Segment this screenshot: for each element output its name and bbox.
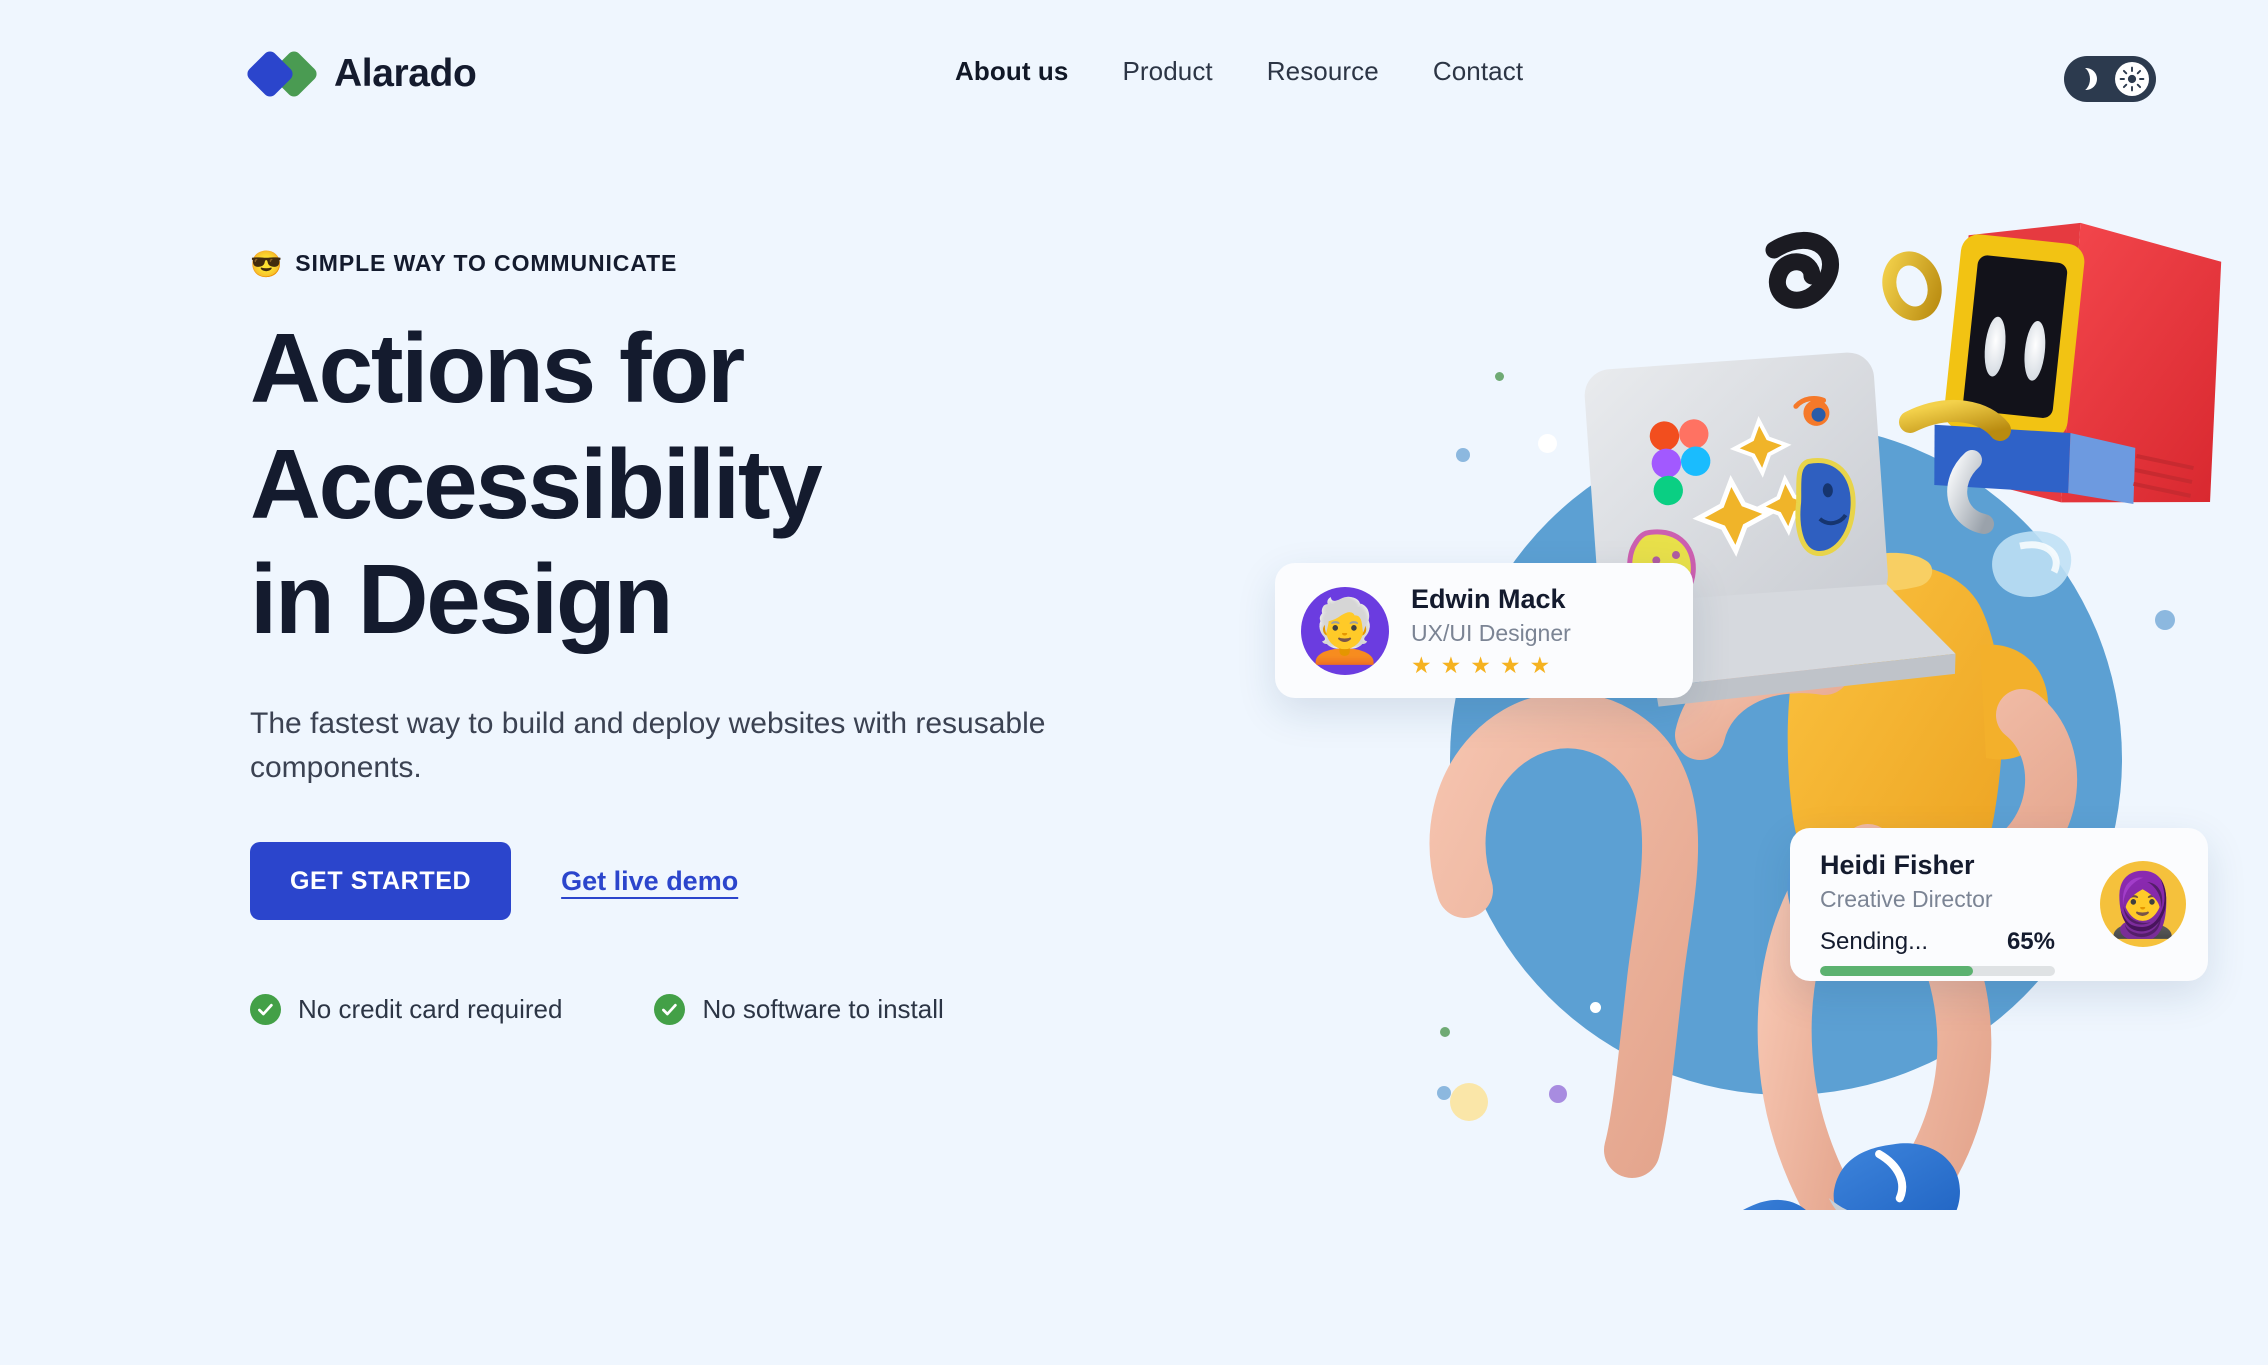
status-card-heidi[interactable]: Heidi Fisher Creative Director Sending..… xyxy=(1790,828,2208,981)
check-circle-icon xyxy=(654,994,686,1026)
star-icon: ★ xyxy=(1529,652,1551,678)
hero-feature-list: No credit card required No software to i… xyxy=(250,994,1090,1026)
nav-item-product[interactable]: Product xyxy=(1122,56,1212,87)
get-live-demo-link[interactable]: Get live demo xyxy=(561,866,738,897)
theme-toggle[interactable] xyxy=(2064,56,2156,102)
hero-illustration xyxy=(1260,190,2268,1210)
progress-status-label: Sending... xyxy=(1820,928,1929,955)
progress-percent-label: 65% xyxy=(2006,928,2055,955)
star-icon: ★ xyxy=(1499,652,1521,678)
sun-icon xyxy=(2115,62,2149,96)
memoji-icon: 🧑‍🦳 xyxy=(1306,597,1384,667)
progress-bar xyxy=(1820,966,2055,976)
decorative-dot xyxy=(1590,1002,1601,1013)
moon-icon xyxy=(2069,66,2097,92)
page-title: Actions for Accessibility in Design xyxy=(250,311,1090,658)
check-circle-icon xyxy=(250,994,281,1026)
site-header: Alarado About us Product Resource Contac… xyxy=(0,0,2268,160)
alarado-diamonds-logo-icon xyxy=(244,48,320,100)
sunglasses-face-icon: 😎 xyxy=(250,248,284,279)
testimonial-card-edwin[interactable]: 🧑‍🦳 Edwin Mack UX/UI Designer ★ ★ ★ ★ ★ xyxy=(1275,563,1693,698)
star-icon: ★ xyxy=(1470,652,1491,678)
decorative-dot xyxy=(1538,434,1557,453)
avatar: 🧑‍🦳 xyxy=(1301,586,1389,675)
feature-label: No software to install xyxy=(702,994,944,1025)
brand-name: Alarado xyxy=(334,52,477,95)
feature-item: No software to install xyxy=(654,994,944,1026)
decorative-dot xyxy=(1450,1083,1488,1121)
card-name: Edwin Mack xyxy=(1411,584,1566,614)
decorative-dot xyxy=(2155,610,2175,630)
hero-eyebrow-label: SIMPLE WAY TO COMMUNICATE xyxy=(295,250,678,276)
star-icon: ★ xyxy=(1440,652,1462,678)
feature-label: No credit card required xyxy=(298,994,563,1025)
rating-stars: ★ ★ ★ ★ ★ xyxy=(1411,654,1571,677)
hero-title-line-2: Accessibility xyxy=(250,428,823,539)
hero-content: 😎 SIMPLE WAY TO COMMUNICATE Actions for … xyxy=(250,250,1090,1026)
nav-item-about-us[interactable]: About us xyxy=(955,56,1068,87)
progress-bar-fill xyxy=(1820,966,1973,976)
progress-row: Sending... 65% xyxy=(1820,928,2055,956)
feature-item: No credit card required xyxy=(250,994,563,1026)
decorative-dot xyxy=(1437,1086,1451,1100)
nav-item-contact[interactable]: Contact xyxy=(1433,56,1523,87)
decorative-dot xyxy=(1549,1085,1567,1103)
star-icon: ★ xyxy=(1411,652,1432,678)
decorative-dot xyxy=(1495,372,1504,381)
brand-logo[interactable]: Alarado xyxy=(244,48,477,100)
hero-subtitle: The fastest way to build and deploy webs… xyxy=(250,706,1046,784)
hero-cta-row: GET STARTED Get live demo xyxy=(250,842,1090,921)
nav-item-resource[interactable]: Resource xyxy=(1267,56,1379,87)
main-nav: About us Product Resource Contact xyxy=(955,56,1523,87)
card-role: UX/UI Designer xyxy=(1411,620,1571,646)
decorative-dot xyxy=(1440,1027,1450,1037)
3d-tv-head-character-with-laptop-icon xyxy=(1429,222,2222,1210)
hero-eyebrow: 😎 SIMPLE WAY TO COMMUNICATE xyxy=(250,250,1090,277)
get-started-button[interactable]: GET STARTED xyxy=(250,842,512,921)
hero-title-line-3: in Design xyxy=(250,544,673,655)
memoji-icon: 🧕 xyxy=(2104,870,2182,940)
decorative-dot xyxy=(1456,448,1470,462)
landing-page: Alarado About us Product Resource Contac… xyxy=(0,0,2268,1365)
avatar: 🧕 xyxy=(2100,861,2186,947)
hero-title-line-1: Actions for xyxy=(250,313,745,423)
